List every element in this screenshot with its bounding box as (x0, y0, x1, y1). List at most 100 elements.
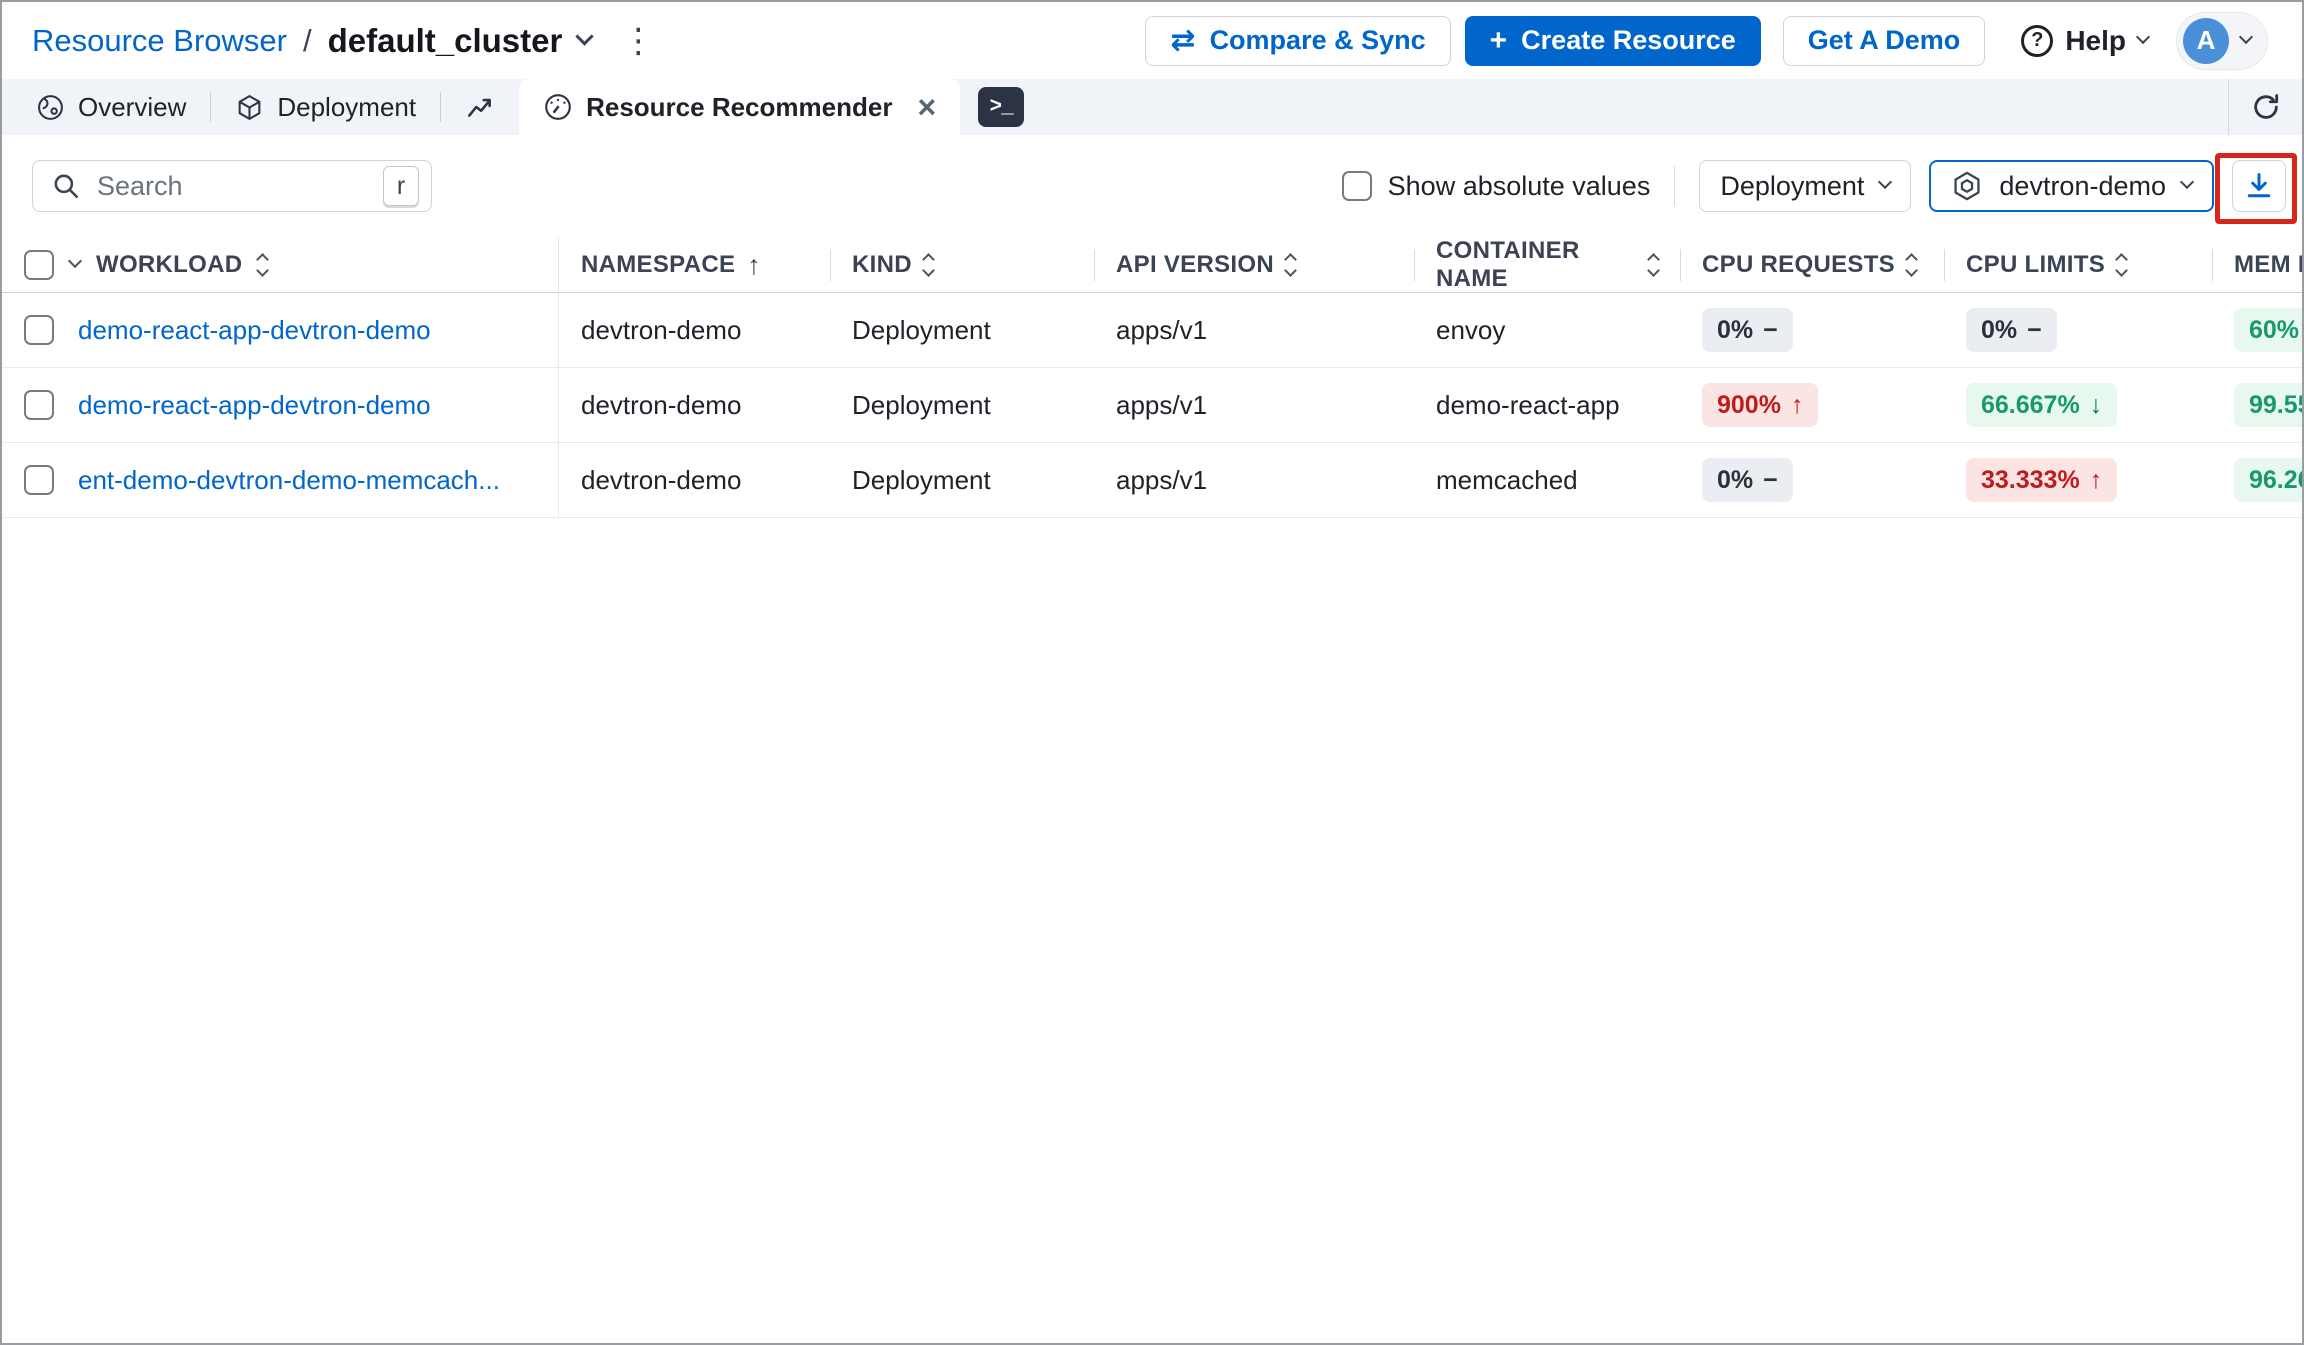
trend-icon: − (2027, 315, 2042, 344)
table-row: demo-react-app-devtron-demo devtron-demo… (2, 368, 2302, 443)
show-absolute-values-toggle[interactable]: Show absolute values (1341, 170, 1651, 202)
close-tab-icon[interactable]: × (917, 91, 936, 123)
breadcrumb-separator: / (302, 22, 312, 58)
column-header-namespace[interactable]: NAMESPACE ↑ (559, 237, 830, 293)
refresh-button[interactable] (2228, 79, 2302, 135)
compare-sync-label: Compare & Sync (1209, 25, 1426, 55)
kind-cell: Deployment (852, 389, 991, 420)
mem-requests-badge: 60%↓ (2234, 308, 2302, 352)
namespace-hexagon-icon (1954, 171, 1980, 201)
container-name-cell: demo-react-app (1436, 389, 1620, 420)
namespace-cell: devtron-demo (581, 389, 742, 420)
api-version-cell: apps/v1 (1116, 464, 1208, 495)
toolbar-divider (1674, 166, 1676, 206)
search-shortcut-key: r (383, 166, 419, 206)
container-name-cell: envoy (1436, 314, 1506, 345)
cpu-requests-badge: 900% ↑ (1702, 383, 1819, 427)
user-chevron-down-icon (2238, 29, 2254, 44)
column-label: API VERSION (1116, 251, 1274, 278)
workload-link[interactable]: ent-demo-devtron-demo-memcach... (78, 465, 500, 496)
tab-bar: Overview Deployment Resource Recommender… (2, 79, 2302, 135)
row-checkbox[interactable] (24, 465, 54, 495)
help-menu[interactable]: ? Help (2021, 24, 2151, 57)
get-demo-button[interactable]: Get A Demo (1782, 15, 1986, 66)
tab-deployment-label: Deployment (277, 91, 417, 122)
help-question-icon: ? (2021, 24, 2054, 57)
kind-filter-value: Deployment (1720, 170, 1865, 201)
tab-resource-recommender-label: Resource Recommender (586, 91, 893, 122)
column-header-workload[interactable]: WORKLOAD ↑ (2, 237, 559, 293)
trend-icon: ↑ (1790, 390, 1804, 419)
overview-icon (38, 94, 63, 120)
tab-deployment[interactable]: Deployment (211, 79, 440, 135)
api-version-cell: apps/v1 (1116, 314, 1208, 345)
refresh-icon (2253, 94, 2278, 119)
table-header-row: WORKLOAD ↑ NAMESPACE ↑ KIND ↑ API VERSIO… (2, 237, 2302, 293)
tab-monitoring[interactable] (441, 79, 519, 135)
select-menu-chevron-icon[interactable] (67, 253, 83, 269)
tab-overview-label: Overview (78, 91, 187, 122)
avatar: A (2183, 17, 2229, 64)
breadcrumb-resource-browser-link[interactable]: Resource Browser (32, 23, 287, 59)
tab-overview[interactable]: Overview (12, 79, 210, 135)
sort-icon (256, 253, 270, 277)
tab-terminal[interactable]: >_ (960, 79, 1042, 135)
workload-link[interactable]: demo-react-app-devtron-demo (78, 315, 431, 346)
table-row: ent-demo-devtron-demo-memcach... devtron… (2, 443, 2302, 518)
download-csv-button[interactable] (2232, 160, 2286, 212)
search-icon (54, 174, 79, 198)
chart-trend-icon (468, 98, 492, 117)
toolbar-filters: Show absolute values Deployment devtron-… (1341, 160, 2286, 212)
row-checkbox[interactable] (24, 390, 54, 420)
top-actions: ⇄ Compare & Sync + Create Resource Get A… (1145, 11, 2268, 70)
toolbar: r Show absolute values Deployment devtro… (2, 135, 2302, 237)
trend-icon: − (1763, 465, 1778, 494)
trend-icon: − (1763, 315, 1778, 344)
workload-table: WORKLOAD ↑ NAMESPACE ↑ KIND ↑ API VERSIO… (2, 237, 2302, 518)
tabs: Overview Deployment Resource Recommender… (2, 79, 1042, 135)
cpu-limits-badge: 66.667% ↓ (1966, 383, 2118, 427)
namespace-filter-dropdown[interactable]: devtron-demo (1929, 160, 2214, 212)
kind-filter-dropdown[interactable]: Deployment (1699, 160, 1912, 212)
user-menu[interactable]: A (2176, 11, 2268, 70)
get-demo-label: Get A Demo (1807, 25, 1961, 55)
column-header-api-version[interactable]: API VERSION ↑ (1094, 237, 1414, 293)
column-header-cpu-limits[interactable]: CPU LIMITS ↑ (1944, 237, 2212, 293)
cluster-chevron-down-icon[interactable] (575, 27, 595, 46)
gauge-icon (545, 94, 571, 120)
column-label: NAMESPACE (581, 251, 736, 278)
show-absolute-values-checkbox[interactable] (1341, 171, 1372, 201)
breadcrumb-cluster-name: default_cluster (327, 21, 563, 59)
namespace-cell: devtron-demo (581, 464, 742, 495)
sort-icon (1647, 253, 1660, 277)
trend-icon: ↑ (2089, 465, 2103, 494)
column-header-container-name[interactable]: CONTAINER NAME ↑ (1414, 237, 1680, 293)
search-input[interactable] (95, 169, 369, 203)
overflow-menu-icon[interactable]: ⋮ (621, 24, 655, 58)
sort-icon (1905, 253, 1918, 277)
namespace-chevron-down-icon (2179, 174, 2195, 190)
cpu-limits-badge: 0% − (1966, 308, 2057, 352)
compare-sync-button[interactable]: ⇄ Compare & Sync (1145, 15, 1451, 66)
breadcrumb: Resource Browser / default_cluster ⋮ (32, 22, 655, 60)
row-checkbox[interactable] (24, 315, 54, 345)
download-icon (2247, 173, 2271, 198)
api-version-cell: apps/v1 (1116, 389, 1208, 420)
select-all-checkbox[interactable] (24, 250, 54, 280)
container-name-cell: memcached (1436, 464, 1578, 495)
workload-link[interactable]: demo-react-app-devtron-demo (78, 390, 431, 421)
create-resource-button[interactable]: + Create Resource (1464, 15, 1761, 66)
column-header-cpu-requests[interactable]: CPU REQUESTS ↑ (1680, 237, 1944, 293)
column-label: CPU LIMITS (1966, 251, 2105, 278)
column-label: KIND (852, 251, 912, 278)
namespace-cell: devtron-demo (581, 314, 742, 345)
namespace-filter-value: devtron-demo (1999, 170, 2166, 201)
tab-resource-recommender[interactable]: Resource Recommender × (519, 79, 961, 135)
show-absolute-values-label: Show absolute values (1387, 170, 1651, 201)
mem-requests-badge: 99.559%↓ (2234, 383, 2302, 427)
sort-icon (922, 253, 935, 277)
column-label: WORKLOAD (96, 251, 243, 278)
column-header-kind[interactable]: KIND ↑ (830, 237, 1094, 293)
column-header-mem-requests[interactable]: MEM REQUESTS ↑ (2212, 237, 2302, 293)
mem-requests-badge: 96.262%↓ (2234, 458, 2302, 502)
